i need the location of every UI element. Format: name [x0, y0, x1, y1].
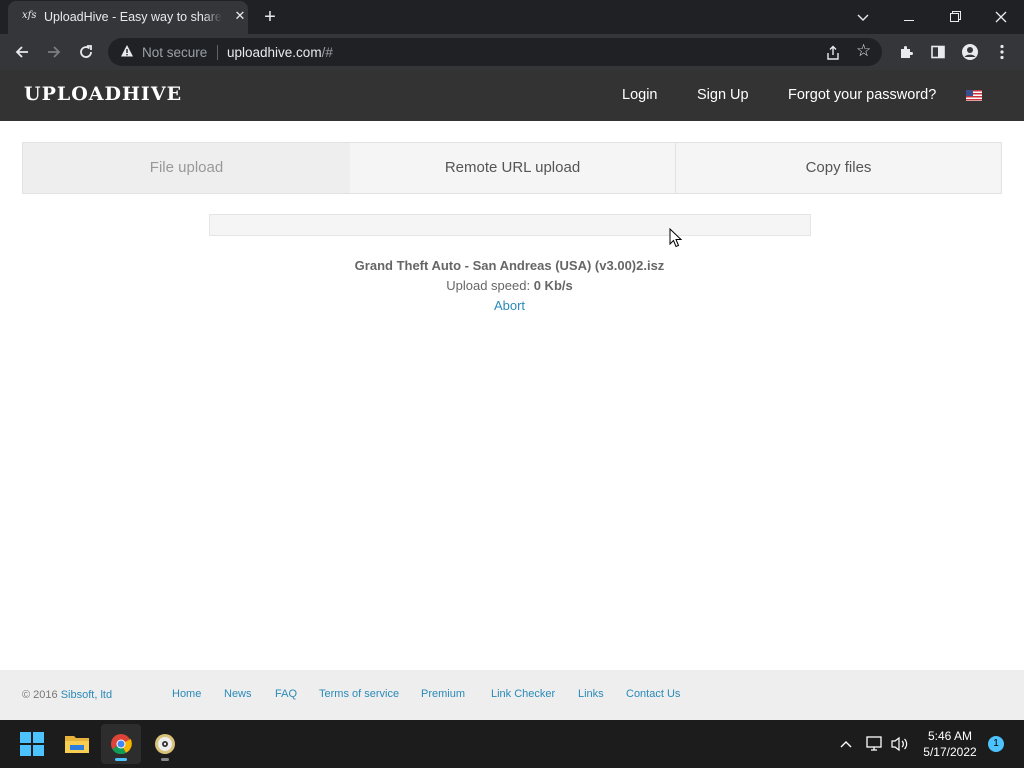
minimize-button[interactable] [895, 4, 923, 30]
system-clock[interactable]: 5:46 AM 5/17/2022 [917, 728, 983, 760]
url-text[interactable]: uploadhive.com/# [227, 45, 333, 60]
upload-speed-value: 0 Kb/s [533, 278, 573, 293]
abort-label[interactable]: Abort [494, 298, 525, 313]
file-explorer-icon[interactable] [57, 724, 97, 764]
volume-icon[interactable] [891, 720, 909, 768]
forward-button[interactable] [41, 39, 67, 65]
browser-tab[interactable]: xfs UploadHive - Easy way to share your … [8, 1, 248, 34]
footer-link-faq[interactable]: FAQ [275, 688, 297, 700]
footer-link-link-checker[interactable]: Link Checker [491, 688, 555, 700]
clock-date: 5/17/2022 [923, 745, 977, 759]
copyright-prefix: © 2016 [22, 689, 58, 701]
reload-button[interactable] [73, 39, 99, 65]
tab-title: UploadHive - Easy way to share your file… [44, 10, 222, 24]
disc-app-icon[interactable] [145, 724, 185, 764]
chrome-taskbar-icon[interactable] [101, 724, 141, 764]
address-bar[interactable]: Not secure uploadhive.com/# ☆ [108, 38, 882, 66]
footer-link-premium[interactable]: Premium [421, 688, 465, 700]
footer-link-contact[interactable]: Contact Us [626, 688, 680, 700]
mouse-cursor-icon [669, 228, 683, 248]
clock-time: 5:46 AM [927, 729, 973, 743]
company-link[interactable]: Sibsoft, ltd [61, 689, 112, 701]
browser-toolbar: Not secure uploadhive.com/# ☆ [0, 34, 1024, 70]
tab-copy-files[interactable]: Copy files [676, 143, 1001, 193]
site-logo[interactable]: UPLOADHIVE [24, 83, 182, 105]
abort-link[interactable]: Abort [0, 298, 1019, 313]
security-status-label[interactable]: Not secure [142, 45, 207, 60]
running-app-indicator [161, 758, 169, 761]
active-app-indicator [115, 758, 127, 761]
tab-close-icon[interactable]: ✕ [232, 8, 248, 24]
side-panel-icon[interactable] [926, 39, 950, 65]
footer-link-home[interactable]: Home [172, 688, 201, 700]
us-flag-icon[interactable] [966, 90, 982, 101]
upload-filename: Grand Theft Auto - San Andreas (USA) (v3… [354, 258, 665, 273]
back-button[interactable] [9, 39, 35, 65]
footer-link-terms[interactable]: Terms of service [319, 688, 399, 700]
bookmark-star-icon[interactable]: ☆ [856, 41, 871, 61]
tab-remote-url-upload[interactable]: Remote URL upload [350, 143, 676, 193]
url-path: /# [321, 45, 333, 60]
upload-tabs: File upload Remote URL upload Copy files [22, 142, 1002, 194]
share-icon[interactable] [824, 44, 842, 62]
tab-file-upload[interactable]: File upload [23, 143, 350, 193]
windows-taskbar: 5:46 AM 5/17/2022 [0, 720, 1024, 768]
url-host: uploadhive.com [227, 45, 322, 60]
browser-menu-icon[interactable] [990, 39, 1014, 65]
upload-speed: Upload speed: 0 Kb/s [0, 278, 1019, 293]
tray-chevron-icon[interactable] [839, 720, 853, 768]
close-window-button[interactable] [987, 4, 1015, 30]
network-icon[interactable] [866, 720, 884, 768]
warning-icon[interactable] [120, 44, 134, 58]
start-button[interactable] [12, 724, 52, 764]
notification-badge[interactable]: 1 [988, 736, 1004, 752]
login-link[interactable]: Login [622, 87, 657, 103]
site-favicon-icon: xfs [22, 10, 37, 21]
signup-link[interactable]: Sign Up [697, 87, 749, 103]
tab-search-chevron-icon[interactable] [849, 4, 877, 30]
upload-speed-label: Upload speed: [446, 278, 531, 293]
forgot-password-link[interactable]: Forgot your password? [788, 87, 936, 103]
extensions-puzzle-icon[interactable] [894, 39, 918, 65]
profile-avatar-icon[interactable] [958, 39, 982, 65]
footer-link-links[interactable]: Links [578, 688, 604, 700]
browser-tab-strip: xfs UploadHive - Easy way to share your … [0, 0, 1024, 34]
restore-button[interactable] [941, 4, 969, 30]
site-header: UPLOADHIVE Login Sign Up Forgot your pas… [0, 70, 1024, 121]
new-tab-button[interactable]: + [259, 6, 281, 28]
upload-progress-bar [209, 214, 811, 236]
footer-link-news[interactable]: News [224, 688, 252, 700]
address-separator [217, 45, 218, 60]
copyright: © 2016 Sibsoft, ltd [22, 689, 112, 701]
site-footer: © 2016 Sibsoft, ltd Home News FAQ Terms … [0, 670, 1024, 720]
